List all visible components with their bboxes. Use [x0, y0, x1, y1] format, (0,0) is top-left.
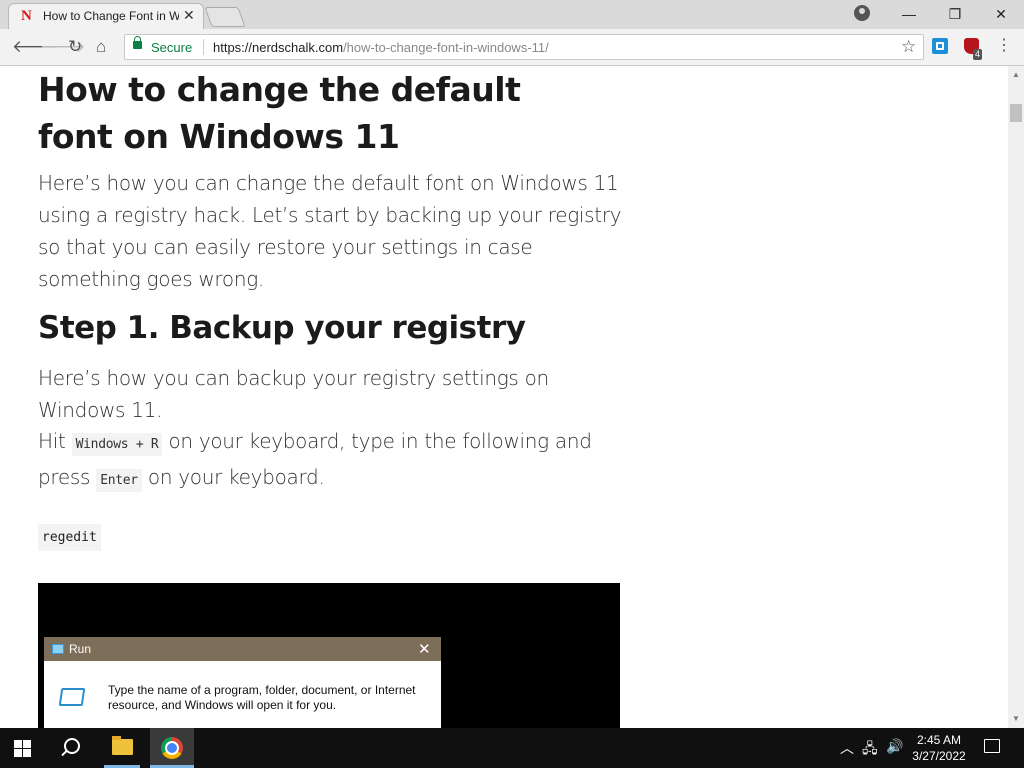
taskbar: ︿ 🖧 🔊 2:45 AM 3/27/2022 [0, 728, 1024, 768]
browser-tab[interactable]: N How to Change Font in W ✕ [8, 3, 204, 29]
screenshot-figure: Run ✕ Type the name of a program, folder… [38, 583, 620, 728]
clock-time: 2:45 AM [916, 733, 962, 747]
run-dialog: Run ✕ Type the name of a program, folder… [44, 637, 441, 728]
instr-text-3: on your keyboard. [141, 465, 325, 489]
file-explorer-icon[interactable] [102, 728, 142, 768]
minimize-button[interactable]: — [889, 3, 929, 25]
vertical-scrollbar[interactable]: ▲ ▼ [1008, 66, 1024, 728]
step-heading: Step 1. Backup your registry [38, 310, 526, 346]
scroll-down-icon[interactable]: ▼ [1012, 714, 1020, 723]
intro-paragraph: Here’s how you can change the default fo… [38, 171, 622, 291]
run-close-icon: ✕ [418, 641, 431, 658]
reload-icon[interactable]: ↻ [68, 37, 82, 57]
key-enter: Enter [96, 469, 142, 492]
notification-icon[interactable] [984, 739, 1000, 753]
chrome-icon[interactable] [150, 728, 194, 768]
restore-button[interactable]: ❐ [935, 3, 975, 25]
volume-icon[interactable]: 🔊 [886, 738, 903, 755]
address-bar[interactable]: Secure https://nerdschalk.com/how-to-cha… [124, 34, 924, 60]
extension-translate-icon[interactable] [932, 38, 948, 54]
lock-icon[interactable] [133, 36, 142, 49]
run-app-icon [52, 644, 64, 654]
extension-badge: 4 [973, 49, 983, 60]
run-titlebar: Run ✕ [44, 637, 441, 661]
run-window-icon [58, 688, 86, 706]
menu-kebab-icon[interactable]: ⋮ [996, 36, 1012, 56]
url-text[interactable]: https://nerdschalk.com/how-to-change-fon… [213, 40, 549, 55]
windows-start-icon[interactable] [14, 740, 32, 758]
url-path: /how-to-change-font-in-windows-11/ [343, 40, 549, 55]
code-block: regedit [38, 524, 101, 551]
search-icon[interactable] [64, 738, 80, 754]
network-icon[interactable]: 🖧 [862, 738, 878, 762]
profile-icon[interactable] [854, 5, 870, 21]
scroll-up-icon[interactable]: ▲ [1012, 70, 1020, 79]
url-base: https://nerdschalk.com [213, 40, 344, 55]
site-favicon-icon: N [21, 8, 32, 24]
tray-chevron-icon[interactable]: ︿ [840, 738, 854, 758]
step-instructions: Hit Windows + R on your keyboard, type i… [38, 425, 628, 497]
bookmark-star-icon[interactable]: ☆ [901, 37, 916, 57]
new-tab-button[interactable] [204, 7, 246, 27]
omnibox-divider [203, 39, 204, 55]
home-icon[interactable]: ⌂ [96, 37, 106, 57]
run-description: Type the name of a program, folder, docu… [108, 683, 416, 712]
clock-date: 3/27/2022 [912, 749, 966, 763]
secure-label[interactable]: Secure [151, 40, 192, 55]
browser-toolbar: 🡐 🡒 ↻ ⌂ Secure https://nerdschalk.com/ho… [0, 29, 1024, 66]
key-windows-r: Windows + R [71, 433, 163, 456]
run-title: Run [69, 642, 92, 656]
tab-close-icon[interactable]: ✕ [183, 7, 195, 24]
tab-title: How to Change Font in W [43, 9, 179, 23]
article-heading: How to change the default font on Window… [38, 70, 521, 156]
instr-text-1: Hit [38, 429, 72, 453]
step-intro-paragraph: Here’s how you can backup your registry … [38, 366, 549, 422]
page-content: How to change the default font on Window… [0, 66, 1008, 728]
scroll-thumb[interactable] [1010, 104, 1022, 122]
tab-strip: N How to Change Font in W ✕ — ❐ ✕ [0, 0, 1024, 29]
close-window-button[interactable]: ✕ [981, 3, 1021, 25]
system-clock[interactable]: 2:45 AM 3/27/2022 [906, 732, 972, 764]
